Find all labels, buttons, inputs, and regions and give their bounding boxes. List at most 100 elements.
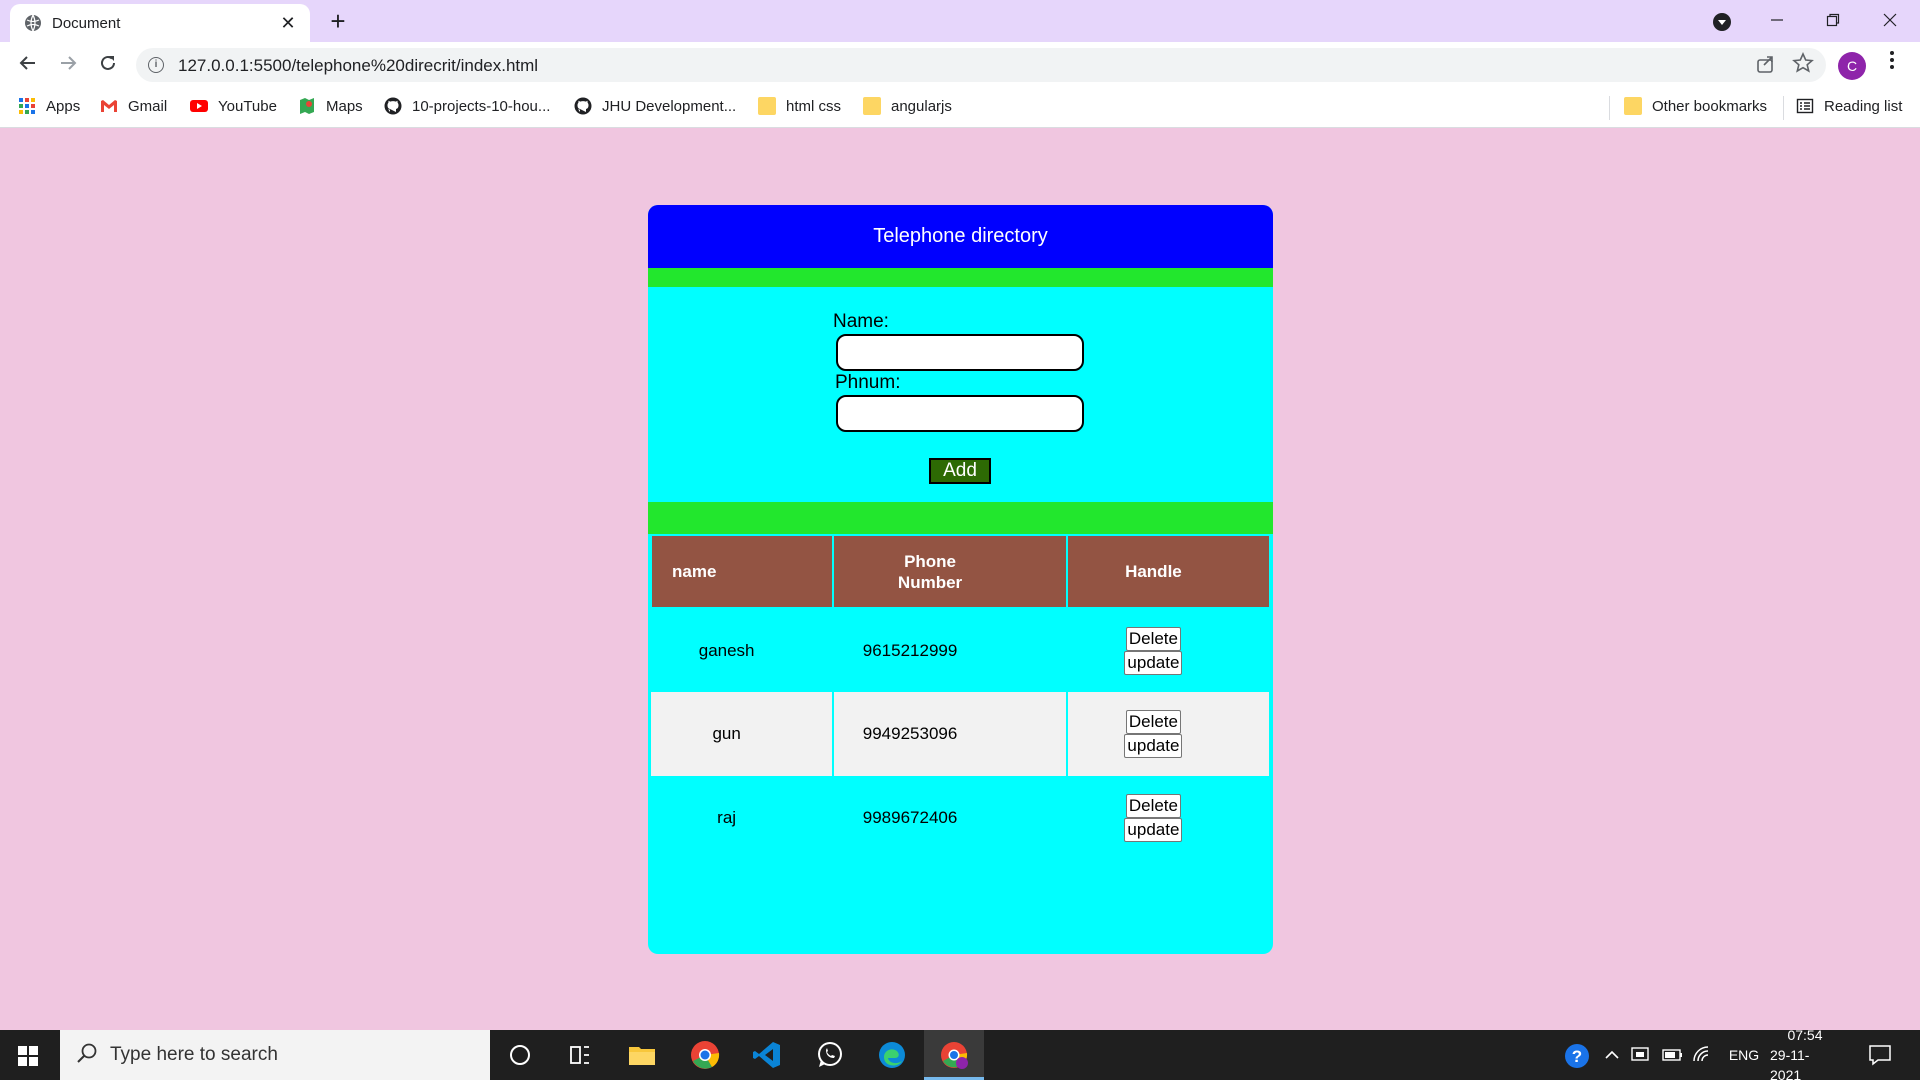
add-button[interactable]: Add [929, 458, 991, 484]
bookmark-star-icon[interactable] [1792, 52, 1814, 74]
bookmark-maps[interactable]: Maps [298, 97, 363, 115]
column-header-phone: Phone Number [832, 534, 1068, 609]
search-icon [77, 1043, 97, 1063]
cell-phone: 9615212999 [833, 608, 1068, 692]
profile-avatar[interactable]: C [1838, 52, 1866, 80]
close-tab-icon[interactable]: ✕ [278, 13, 298, 34]
directory-card: Telephone directory Name: Phnum: Add nam… [648, 205, 1273, 954]
tab-search-icon[interactable] [1712, 12, 1732, 32]
table-row: raj 9989672406 Delete update [651, 776, 1272, 860]
edge-icon[interactable] [876, 1039, 908, 1071]
update-button[interactable]: update [1124, 734, 1183, 758]
bookmark-jhu[interactable]: JHU Development... [574, 97, 736, 115]
clock-date: 29-11-2021 [1770, 1047, 1810, 1080]
bookmark-youtube[interactable]: YouTube [190, 97, 277, 115]
column-header-name: name [649, 534, 835, 609]
notifications-icon[interactable] [1868, 1044, 1892, 1066]
help-icon[interactable]: ? [1564, 1043, 1590, 1069]
browser-menu-button[interactable] [1882, 50, 1902, 76]
bookmark-label: YouTube [218, 97, 277, 115]
url-text[interactable]: 127.0.0.1:5500/telephone%20direcrit/inde… [178, 56, 538, 76]
cell-handle: Delete update [1066, 776, 1272, 860]
reading-list-icon [1796, 98, 1814, 114]
vscode-icon[interactable] [751, 1039, 783, 1071]
reading-list[interactable]: Reading list [1796, 97, 1902, 115]
taskbar-search[interactable]: Type here to search [60, 1030, 490, 1080]
bookmark-html-css[interactable]: html css [758, 97, 841, 115]
clock-time: 07:54 [1787, 1027, 1823, 1043]
bottom-green-bar [648, 502, 1273, 534]
show-hidden-icons-icon[interactable] [1604, 1048, 1620, 1062]
svg-text:?: ? [1572, 1047, 1582, 1066]
wifi-icon[interactable] [1692, 1045, 1714, 1065]
browser-tab[interactable]: Document ✕ [10, 4, 310, 42]
phone-label: Phnum: [835, 372, 901, 393]
page-title: Telephone directory [648, 205, 1273, 268]
column-header-phone-text: Phone Number [897, 551, 963, 592]
battery-icon[interactable] [1662, 1047, 1684, 1063]
bookmarks-bar: Apps Gmail YouTube Maps 10-projects-10-h… [0, 88, 1920, 128]
other-bookmarks[interactable]: Other bookmarks [1624, 97, 1767, 115]
directory-table: name Phone Number Handle ganesh 96152129… [649, 534, 1272, 860]
task-view-icon[interactable] [564, 1039, 596, 1071]
cell-name: raj [651, 776, 835, 860]
window-close-button[interactable] [1870, 6, 1910, 36]
bookmark-label: JHU Development... [602, 97, 737, 115]
restore-icon [1826, 13, 1840, 27]
phone-input[interactable] [836, 395, 1084, 432]
minimize-button[interactable] [1757, 6, 1797, 36]
forward-arrow-icon [61, 56, 77, 70]
name-input[interactable] [836, 334, 1084, 371]
bookmark-label: 10-projects-10-hou... [412, 97, 551, 115]
other-bookmarks-label: Other bookmarks [1652, 97, 1768, 115]
reload-button[interactable] [92, 49, 124, 81]
search-placeholder: Type here to search [110, 1044, 278, 1065]
cell-phone: 9989672406 [833, 776, 1068, 860]
bookmark-gmail[interactable]: Gmail [100, 97, 167, 115]
folder-icon [863, 97, 881, 115]
new-tab-button[interactable]: + [322, 6, 354, 38]
bookmark-label: Gmail [128, 97, 168, 115]
back-button[interactable] [12, 49, 44, 81]
language-indicator[interactable]: ENG [1722, 1030, 1766, 1080]
tab-title: Document [52, 14, 121, 32]
close-icon [1883, 13, 1897, 27]
file-explorer-icon[interactable] [626, 1039, 658, 1071]
bookmark-angularjs[interactable]: angularjs [863, 97, 952, 115]
bookmark-label: html css [786, 97, 842, 115]
bookmark-label: Maps [326, 97, 363, 115]
browser-toolbar: i 127.0.0.1:5500/telephone%20direcrit/in… [0, 42, 1920, 88]
clock[interactable]: 07:54 29-11-2021 [1770, 1027, 1840, 1080]
chrome-icon[interactable] [689, 1039, 721, 1071]
site-info-icon[interactable]: i [148, 57, 164, 73]
bookmark-apps[interactable]: Apps [18, 97, 80, 115]
restore-button[interactable] [1813, 6, 1853, 36]
network-icon[interactable] [1630, 1045, 1652, 1065]
delete-button[interactable]: Delete [1125, 710, 1181, 734]
whatsapp-icon[interactable] [814, 1039, 846, 1071]
maps-icon [300, 98, 314, 114]
delete-button[interactable]: Delete [1125, 794, 1181, 818]
folder-icon [1624, 97, 1642, 115]
update-button[interactable]: update [1124, 650, 1183, 675]
cell-handle: Delete update [1066, 692, 1272, 776]
bookmark-label: Apps [46, 97, 81, 115]
bookmark-label: angularjs [891, 97, 952, 115]
bookmark-10-projects[interactable]: 10-projects-10-hou... [384, 97, 550, 115]
bookmarks-divider [1609, 96, 1610, 120]
address-bar[interactable]: i 127.0.0.1:5500/telephone%20direcrit/in… [136, 48, 1826, 82]
forward-button[interactable] [52, 49, 84, 81]
cortana-icon[interactable] [504, 1039, 536, 1071]
windows-start-icon[interactable] [18, 1046, 38, 1066]
taskbar: Type here to search ? ENG 07:54 29-11-20… [0, 1027, 1920, 1080]
update-button[interactable]: update [1124, 818, 1183, 842]
back-arrow-icon [19, 56, 35, 70]
share-icon[interactable] [1756, 54, 1776, 74]
delete-button[interactable]: Delete [1125, 626, 1181, 651]
chrome-profile-icon[interactable] [938, 1039, 970, 1071]
table-row: ganesh 9615212999 Delete update [651, 608, 1272, 692]
more-vertical-icon [1890, 51, 1894, 69]
top-green-bar [648, 268, 1273, 287]
minimize-icon [1771, 19, 1783, 21]
bookmarks-divider [1783, 96, 1784, 120]
